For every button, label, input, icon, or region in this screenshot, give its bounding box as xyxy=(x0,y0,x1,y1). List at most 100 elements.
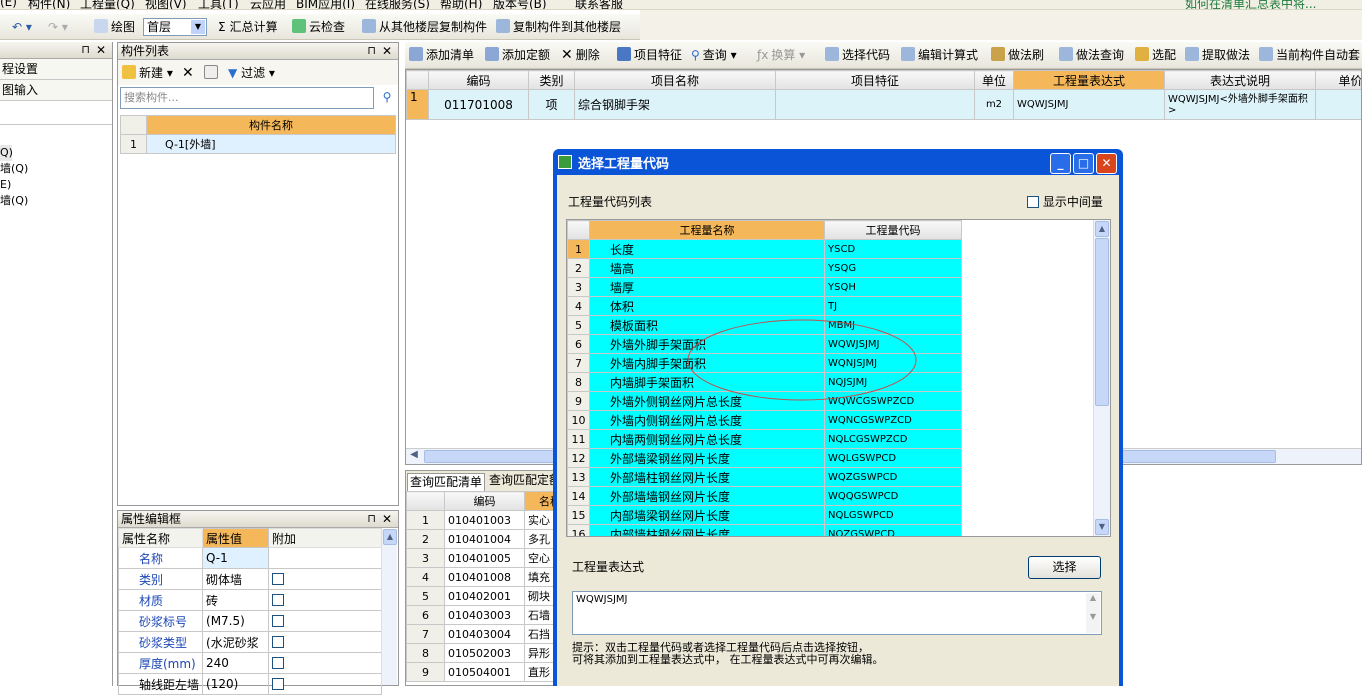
edit-formula-button[interactable]: 编辑计算式 xyxy=(901,46,978,64)
convert-button[interactable]: ƒx换算 ▾ xyxy=(757,46,805,64)
table-row[interactable]: 4010401008填充 xyxy=(407,568,556,587)
minimize-button[interactable]: _ xyxy=(1050,153,1071,174)
copy-from-floor-button[interactable]: 从其他楼层复制构件 xyxy=(362,18,487,36)
code-row[interactable]: 12外部墙梁钢丝网片长度WQLGSWPCD xyxy=(568,449,962,468)
undo-icon[interactable]: ↶ ▾ xyxy=(12,18,32,36)
menu-item[interactable]: 工具(T) xyxy=(198,0,239,10)
attach-checkbox[interactable] xyxy=(272,573,284,585)
tab-match-list[interactable]: 查询匹配清单 xyxy=(407,473,485,491)
attach-checkbox[interactable] xyxy=(272,636,284,648)
menu-item[interactable]: 构件(N) xyxy=(28,0,70,10)
pin-icon[interactable]: ⊓ xyxy=(367,511,376,527)
pin-icon[interactable]: ⊓ xyxy=(367,43,376,59)
close-button[interactable]: ✕ xyxy=(1096,153,1117,174)
scrollbar[interactable]: ▲▼ xyxy=(1086,593,1100,633)
query-button[interactable]: ⚲查询 ▾ xyxy=(691,46,737,64)
help-link[interactable]: 如何在清单汇总表中将... xyxy=(1185,0,1316,10)
add-quota-button[interactable]: 添加定额 xyxy=(485,46,550,64)
code-row[interactable]: 11内墙两侧钢丝网片总长度NQLCGSWPZCD xyxy=(568,430,962,449)
table-row[interactable]: 7010403004石挡 xyxy=(407,625,556,644)
summary-button[interactable]: Σ汇总计算 xyxy=(218,18,278,36)
pin-icon[interactable]: ⊓ xyxy=(81,42,90,58)
new-button[interactable]: 新建 ▾ xyxy=(122,64,173,82)
property-row: 名称Q-1 xyxy=(119,548,382,569)
pick-button[interactable]: 选配 xyxy=(1135,46,1176,64)
menu-item[interactable]: (E) xyxy=(0,0,17,9)
scroll-up-icon[interactable]: ▲ xyxy=(383,529,397,545)
code-row[interactable]: 14外部墙墙钢丝网片长度WQQGSWPCD xyxy=(568,487,962,506)
expression-label: 工程量表达式 xyxy=(572,558,644,575)
tree-item[interactable]: E) xyxy=(0,177,112,193)
code-row[interactable]: 2墙高YSQG xyxy=(568,259,962,278)
table-row[interactable]: 6010403003石墙 xyxy=(407,606,556,625)
add-list-button[interactable]: 添加清单 xyxy=(409,46,474,64)
select-button[interactable]: 选择 xyxy=(1028,556,1101,579)
tree-item[interactable]: 墙(Q) xyxy=(0,193,112,209)
filter-button[interactable]: ▼ 过滤 ▾ xyxy=(228,64,275,82)
close-icon[interactable]: ✕ xyxy=(96,42,106,58)
pane-title: 构件列表 xyxy=(121,44,169,58)
close-icon[interactable]: ✕ xyxy=(382,43,392,59)
table-row[interactable]: 1 011701008 项 综合钢脚手架 m2 WQWJSJMJ WQWJSJM… xyxy=(407,90,1362,120)
expression-input[interactable]: WQWJSJMJ ▲▼ xyxy=(572,591,1102,635)
scroll-left-icon[interactable]: ◀ xyxy=(407,449,421,464)
extract-method-button[interactable]: 提取做法 xyxy=(1185,46,1250,64)
code-row[interactable]: 10外墙内侧钢丝网片总长度WQNCGSWPZCD xyxy=(568,411,962,430)
table-row[interactable]: 2010401004多孔 xyxy=(407,530,556,549)
menu-item[interactable]: 视图(V) xyxy=(145,0,187,10)
copy-icon[interactable] xyxy=(204,64,221,82)
table-row[interactable]: 5010402001砌块 xyxy=(407,587,556,606)
close-icon[interactable]: ✕ xyxy=(382,511,392,527)
tab-match-quota[interactable]: 查询匹配定额 xyxy=(487,472,555,489)
attach-checkbox[interactable] xyxy=(272,678,284,690)
code-row[interactable]: 3墙厚YSQH xyxy=(568,278,962,297)
search-icon[interactable]: ⚲ xyxy=(377,87,397,109)
menu-item[interactable]: 工程量(Q) xyxy=(80,0,135,10)
menu-item[interactable]: 帮助(H) xyxy=(440,0,482,10)
tree-item[interactable]: Q) xyxy=(0,145,12,161)
attach-checkbox[interactable] xyxy=(272,615,284,627)
maximize-button[interactable]: □ xyxy=(1073,153,1094,174)
attach-checkbox[interactable] xyxy=(272,657,284,669)
copy-to-floor-button[interactable]: 复制构件到其他楼层 xyxy=(496,18,621,36)
method-query-button[interactable]: 做法查询 xyxy=(1059,46,1124,64)
property-row: 类别砌体墙 xyxy=(119,569,382,590)
code-row[interactable]: 16内部墙柱钢丝网片长度NQZGSWPCD xyxy=(568,525,962,538)
menu-item[interactable]: BIM应用(I) xyxy=(296,0,355,10)
table-row[interactable]: 3010401005空心 xyxy=(407,549,556,568)
auto-apply-button[interactable]: 当前构件自动套 xyxy=(1259,46,1360,64)
tree-item[interactable]: 墙(Q) xyxy=(0,161,112,177)
method-brush-button[interactable]: 做法刷 xyxy=(991,46,1044,64)
code-row[interactable]: 4体积TJ xyxy=(568,297,962,316)
menu-item[interactable]: 版本号(B) xyxy=(493,0,547,10)
nav-item-drawing-input[interactable]: 图输入 xyxy=(0,80,112,101)
nav-item-project-settings[interactable]: 程设置 xyxy=(0,59,112,80)
scrollbar[interactable]: ▲ xyxy=(381,529,397,685)
extract-icon xyxy=(1185,47,1199,61)
redo-icon[interactable]: ↷ ▾ xyxy=(48,18,68,36)
show-intermediate-checkbox[interactable]: 显示中间量 xyxy=(1027,193,1103,210)
floor-select[interactable]: 首层▼ xyxy=(143,18,207,36)
scroll-down-icon[interactable]: ▼ xyxy=(1095,519,1109,535)
scrollbar[interactable]: ▲ ▼ xyxy=(1093,220,1110,536)
menu-item[interactable]: 在线服务(S) xyxy=(365,0,430,10)
table-row[interactable]: 1Q-1[外墙] xyxy=(121,135,396,154)
scroll-thumb[interactable] xyxy=(1095,238,1109,406)
code-row[interactable]: 1长度YSCD xyxy=(568,240,962,259)
delete-button[interactable]: ✕删除 xyxy=(561,46,600,64)
table-row[interactable]: 9010504001直形 xyxy=(407,663,556,682)
contact-link[interactable]: 联系客服 xyxy=(575,0,623,10)
table-row[interactable]: 8010502003异形 xyxy=(407,644,556,663)
code-row[interactable]: 15内部墙梁钢丝网片长度NQLGSWPCD xyxy=(568,506,962,525)
attach-checkbox[interactable] xyxy=(272,594,284,606)
table-row[interactable]: 1010401003实心 xyxy=(407,511,556,530)
menu-item[interactable]: 云应用 xyxy=(250,0,286,10)
search-input[interactable]: 搜索构件... xyxy=(120,87,374,109)
code-row[interactable]: 13外部墙柱钢丝网片长度WQZGSWPCD xyxy=(568,468,962,487)
cloud-check-button[interactable]: 云检查 xyxy=(292,18,345,36)
scroll-up-icon[interactable]: ▲ xyxy=(1095,221,1109,237)
draw-button[interactable]: 绘图 xyxy=(94,18,135,36)
project-features-button[interactable]: 项目特征 xyxy=(617,46,682,64)
delete-icon[interactable]: ✕ xyxy=(182,64,194,82)
select-code-button[interactable]: 选择代码 xyxy=(825,46,890,64)
